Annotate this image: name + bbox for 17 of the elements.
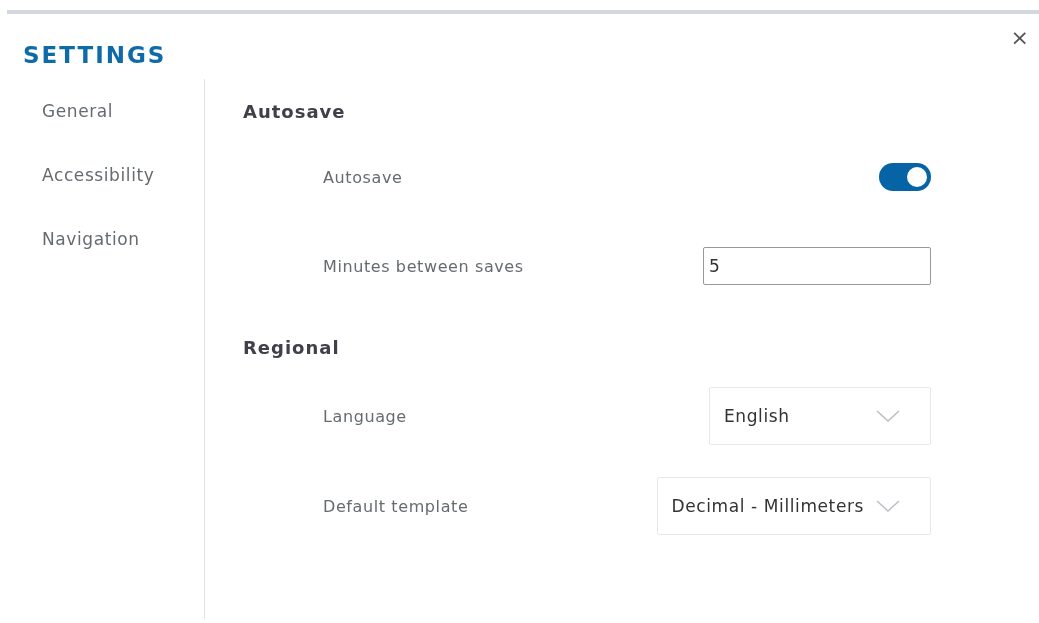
- setting-label: Default template: [323, 496, 469, 516]
- dropdown[interactable]: English: [709, 387, 931, 445]
- dialog-title: SETTINGS: [23, 41, 167, 70]
- sidebar-item[interactable]: General: [42, 99, 114, 123]
- section-heading: Autosave: [243, 100, 346, 124]
- dropdown[interactable]: Decimal - Millimeters: [656, 477, 931, 535]
- section-heading: Regional: [243, 336, 340, 360]
- chevron-down-icon: [876, 410, 900, 422]
- setting-label: Autosave: [323, 167, 403, 187]
- toggle-switch[interactable]: [879, 163, 931, 191]
- setting-label: Minutes between saves: [323, 256, 524, 276]
- sidebar-item[interactable]: Accessibility: [42, 163, 155, 187]
- chevron-down-icon: [876, 500, 900, 512]
- sidebar-item[interactable]: Navigation: [42, 227, 140, 251]
- setting-label: Language: [323, 406, 407, 426]
- close-button[interactable]: ×: [1006, 26, 1033, 50]
- minutes-input-field[interactable]: 5: [703, 247, 931, 285]
